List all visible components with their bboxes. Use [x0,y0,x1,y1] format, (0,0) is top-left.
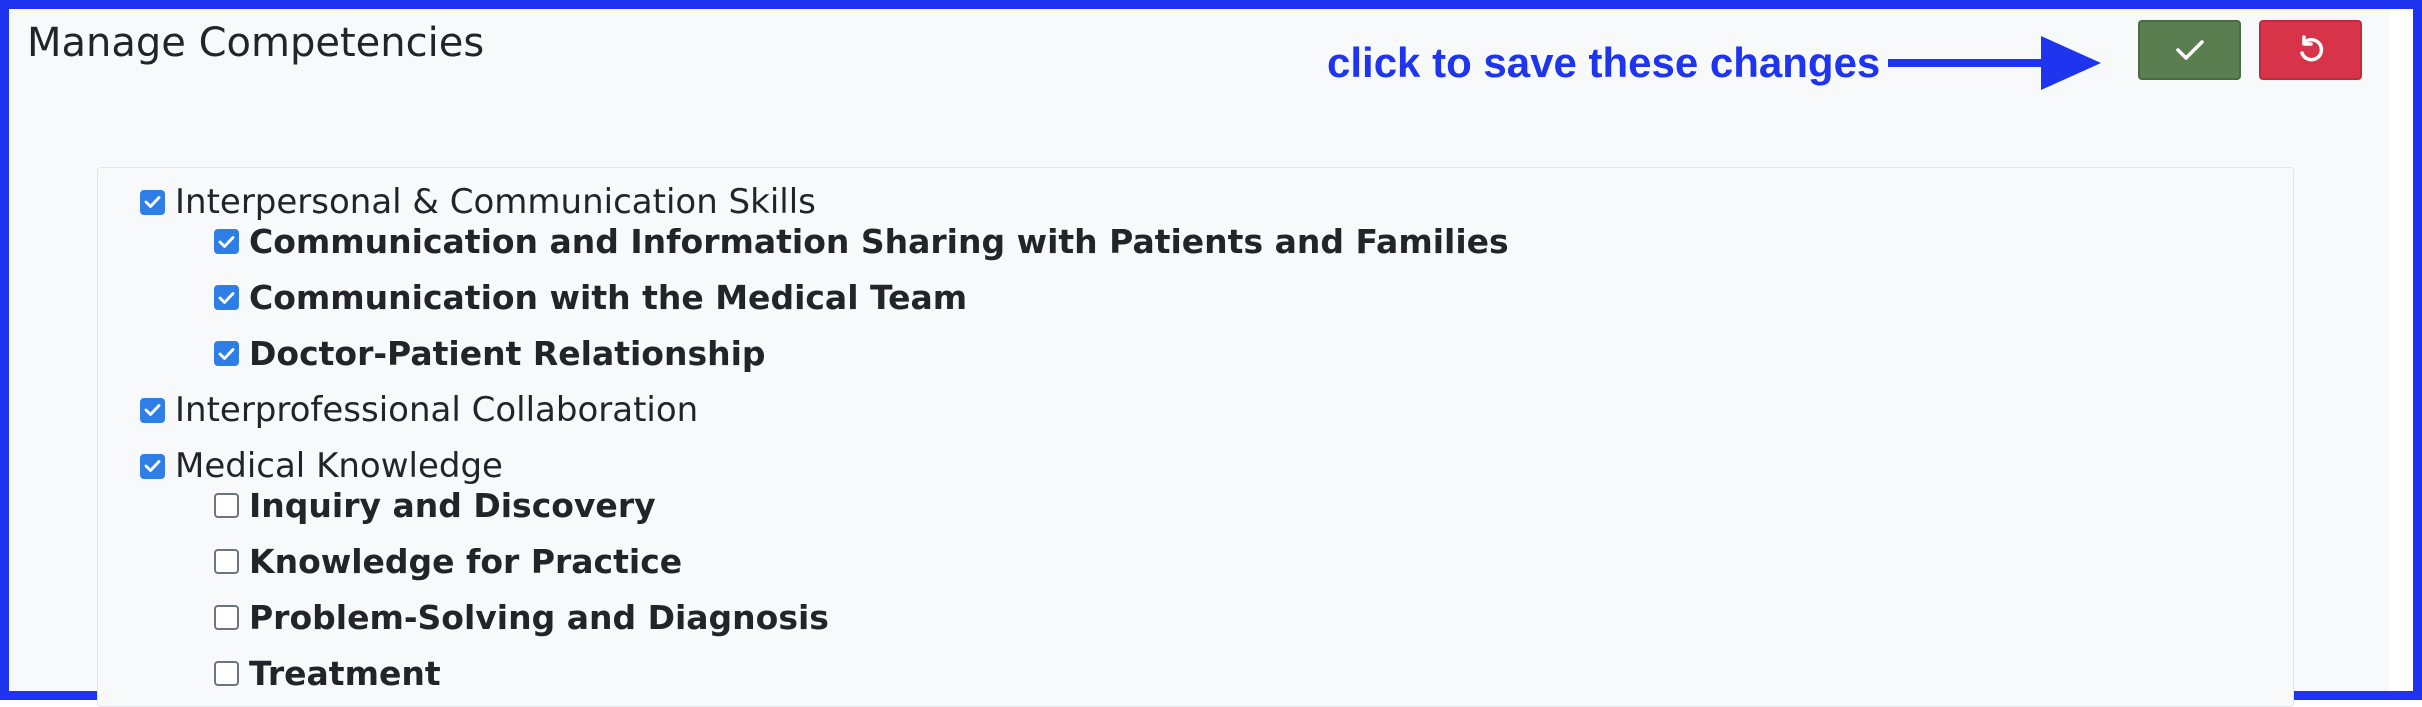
sub-competency-label: Knowledge for Practice [249,542,683,581]
sub-competency-checkbox[interactable] [214,285,239,310]
sub-competency-label: Treatment [249,654,441,693]
sub-competency-checkbox[interactable] [214,549,239,574]
sub-competency-label: Inquiry and Discovery [249,486,656,525]
annotation-text: click to save these changes [1327,39,1881,86]
sub-competency-item: Communication and Information Sharing wi… [214,222,1509,261]
competency-checkbox[interactable] [140,397,165,423]
sub-competency-checkbox[interactable] [214,229,239,254]
checkmark-icon [218,347,235,360]
undo-icon [2299,35,2323,62]
reset-button[interactable] [2259,20,2362,80]
page-title: Manage Competencies [27,20,485,66]
sub-competency-checkbox[interactable] [214,661,239,686]
checkmark-icon [144,196,161,208]
competency-label: Medical Knowledge [175,446,503,486]
checkmark-icon [218,291,235,304]
check-icon [2175,40,2204,60]
sub-competency-label: Doctor-Patient Relationship [249,334,766,373]
arrow-right-icon [1888,36,2102,90]
sub-competency-label: Communication and Information Sharing wi… [249,222,1509,261]
sub-competency-checkbox[interactable] [214,493,239,518]
manage-competencies-panel: Manage Competencies click to save these … [9,9,2389,707]
checkmark-icon [218,235,235,248]
sub-competency-item: Doctor-Patient Relationship [214,334,766,373]
sub-competency-item: Problem-Solving and Diagnosis [214,598,829,637]
sub-competency-item: Treatment [214,654,441,693]
sub-competency-checkbox[interactable] [214,605,239,630]
checkmark-icon [144,460,161,472]
sub-competency-item: Knowledge for Practice [214,542,682,581]
sub-competency-label: Problem-Solving and Diagnosis [249,598,829,637]
sub-competency-item: Inquiry and Discovery [214,486,656,525]
save-button[interactable] [2138,20,2241,80]
checkmark-icon [144,404,161,416]
competency-checkbox[interactable] [140,189,165,215]
sub-competency-label: Communication with the Medical Team [249,278,968,317]
competency-item: Interpersonal & Communication Skills [140,182,816,222]
sub-competency-item: Communication with the Medical Team [214,278,967,317]
competency-item: Medical Knowledge [140,446,503,486]
competency-item: Interprofessional Collaboration [140,390,698,430]
competency-label: Interpersonal & Communication Skills [175,182,816,222]
competency-tree: Interpersonal & Communication Skills Com… [97,167,2294,707]
sub-competency-checkbox[interactable] [214,341,239,366]
competency-label: Interprofessional Collaboration [175,390,699,430]
competency-checkbox[interactable] [140,453,165,479]
save-annotation: click to save these changes [1327,27,2103,99]
